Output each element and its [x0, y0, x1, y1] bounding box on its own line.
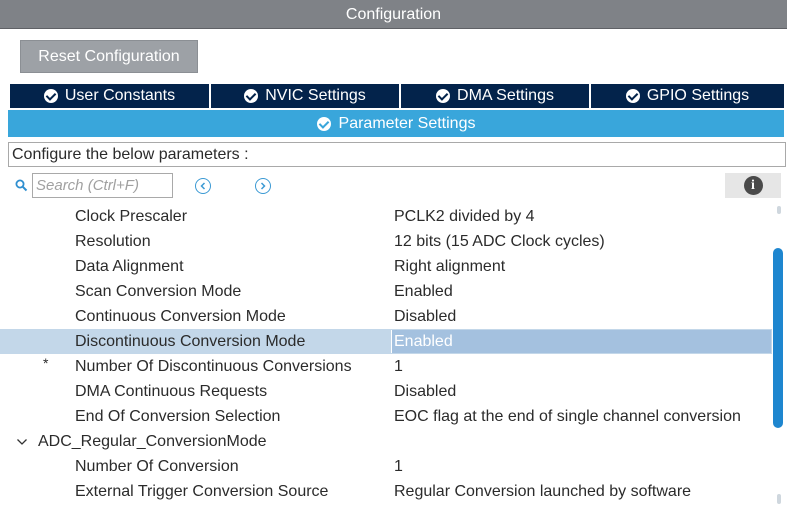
param-row-number-of-discontinuous-conversions[interactable]: * Number Of Discontinuous Conversions 1: [0, 354, 772, 379]
search-input[interactable]: [32, 173, 173, 198]
arrow-left-icon: [200, 182, 206, 190]
param-value: PCLK2 divided by 4: [394, 208, 535, 225]
tab-label: User Constants: [64, 87, 176, 104]
param-value: 12 bits (15 ADC Clock cycles): [394, 233, 605, 250]
param-name: Clock Prescaler: [75, 208, 188, 225]
param-name: Scan Conversion Mode: [75, 283, 242, 300]
group-row-adc-regular-conversionmode[interactable]: ADC_Regular_ConversionMode: [0, 429, 772, 454]
tab-nvic-settings[interactable]: NVIC Settings: [211, 84, 401, 108]
param-name: Continuous Conversion Mode: [75, 308, 286, 325]
param-row-external-trigger-conversion-source[interactable]: External Trigger Conversion Source Regul…: [0, 479, 772, 504]
param-name: Number Of Discontinuous Conversions: [75, 358, 352, 375]
param-value: 1: [394, 458, 403, 475]
required-marker: *: [43, 355, 49, 371]
check-circle-icon: [244, 89, 259, 103]
param-name: Resolution: [75, 233, 151, 250]
param-name: Discontinuous Conversion Mode: [75, 333, 306, 350]
tab-user-constants[interactable]: User Constants: [10, 84, 211, 108]
tab-dma-settings[interactable]: DMA Settings: [401, 84, 591, 108]
search-next-button[interactable]: [255, 178, 271, 194]
param-name: External Trigger Conversion Source: [75, 483, 329, 500]
param-row-number-of-conversion[interactable]: Number Of Conversion 1: [0, 454, 772, 479]
param-row-data-alignment[interactable]: Data Alignment Right alignment: [0, 254, 772, 279]
scrollbar-thumb[interactable]: [773, 248, 783, 428]
param-row-end-of-conversion-selection[interactable]: End Of Conversion Selection EOC flag at …: [0, 404, 772, 429]
settings-tab-bar: User Constants NVIC Settings DMA Setting…: [10, 84, 784, 108]
arrow-right-icon: [260, 182, 266, 190]
param-value: Disabled: [394, 383, 457, 400]
param-value: EOC flag at the end of single channel co…: [394, 408, 741, 425]
param-value: Regular Conversion launched by software: [394, 483, 692, 500]
param-row-resolution[interactable]: Resolution 12 bits (15 ADC Clock cycles): [0, 229, 772, 254]
tab-label: NVIC Settings: [265, 87, 366, 104]
tab-gpio-settings[interactable]: GPIO Settings: [591, 84, 784, 108]
param-value: 1: [394, 358, 403, 375]
info-button[interactable]: i: [725, 173, 781, 198]
window-title: Configuration: [0, 0, 787, 29]
tab-label: DMA Settings: [457, 87, 554, 104]
param-row-dma-continuous-requests[interactable]: DMA Continuous Requests Disabled: [0, 379, 772, 404]
search-previous-button[interactable]: [195, 178, 211, 194]
check-circle-icon: [316, 116, 331, 131]
param-value: Enabled: [394, 283, 453, 300]
info-icon: i: [743, 176, 763, 195]
check-circle-icon: [625, 89, 640, 103]
param-name: Number Of Conversion: [75, 458, 239, 475]
chevron-down-icon[interactable]: [16, 436, 28, 448]
param-name: DMA Continuous Requests: [75, 383, 268, 400]
scroll-up-handle[interactable]: [777, 206, 781, 214]
param-row-scan-conversion-mode[interactable]: Scan Conversion Mode Enabled: [0, 279, 772, 304]
scroll-down-handle[interactable]: [777, 494, 781, 504]
check-circle-icon: [436, 89, 451, 103]
tab-label: GPIO Settings: [646, 87, 750, 104]
param-row-clock-prescaler[interactable]: Clock Prescaler PCLK2 divided by 4: [0, 204, 772, 229]
reset-configuration-button[interactable]: Reset Configuration: [20, 40, 198, 73]
group-name: ADC_Regular_ConversionMode: [38, 433, 267, 450]
param-value: Disabled: [394, 308, 457, 325]
tab-parameter-settings[interactable]: Parameter Settings: [8, 110, 784, 137]
param-row-discontinuous-conversion-mode[interactable]: Discontinuous Conversion Mode Enabled: [0, 329, 772, 354]
param-name: Data Alignment: [75, 258, 184, 275]
param-value: Enabled: [394, 333, 453, 350]
parameter-list: Clock Prescaler PCLK2 divided by 4 Resol…: [0, 204, 772, 508]
param-name: End Of Conversion Selection: [75, 408, 281, 425]
param-value: Right alignment: [394, 258, 506, 275]
configure-instructions: Configure the below parameters :: [8, 142, 786, 167]
search-icon: [15, 179, 28, 192]
check-circle-icon: [43, 89, 58, 103]
tab-label: Parameter Settings: [338, 114, 476, 132]
param-row-continuous-conversion-mode[interactable]: Continuous Conversion Mode Disabled: [0, 304, 772, 329]
